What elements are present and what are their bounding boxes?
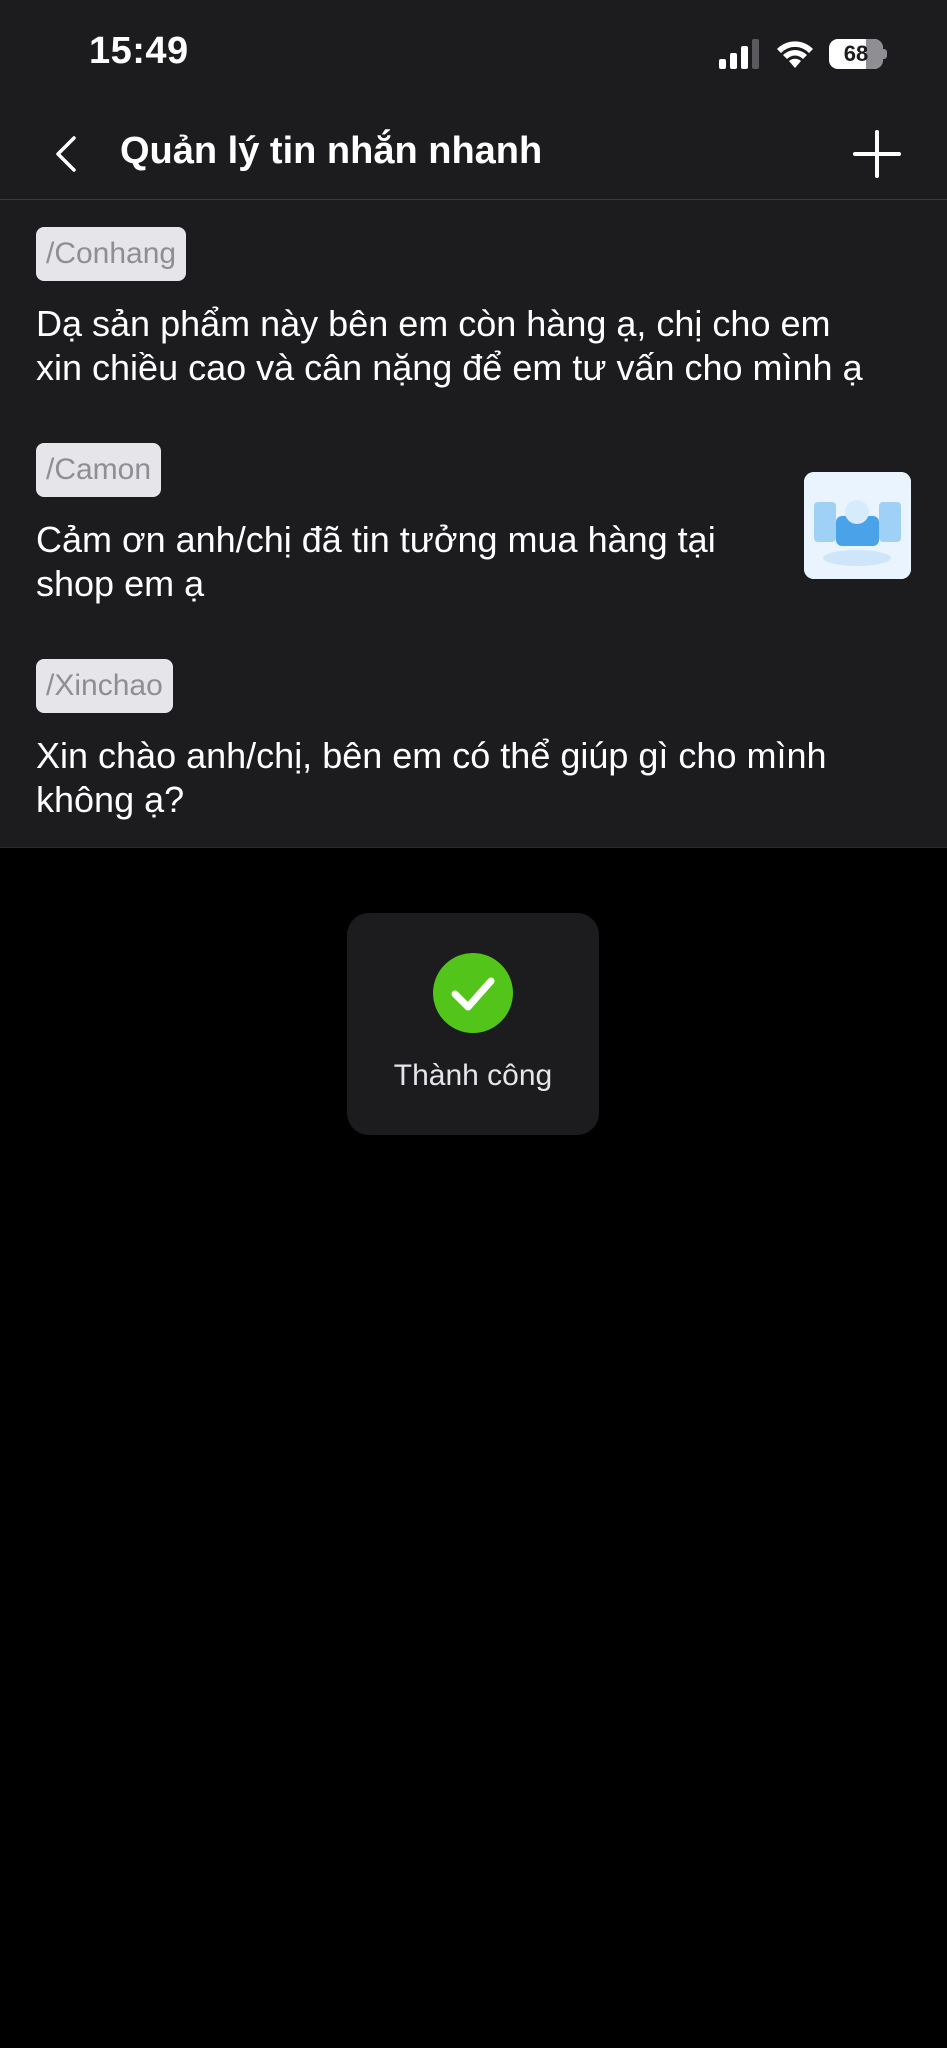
quick-message-item[interactable]: /Camon Cảm ơn anh/chị đã tin tưởng mua h…	[0, 416, 947, 632]
quick-message-item[interactable]: /Xinchao Xin chào anh/chị, bên em có thể…	[0, 632, 947, 848]
message-line: Cảm ơn anh/chị đã tin tưởng mua hàng tại	[36, 519, 716, 560]
shortcut-tag: /Conhang	[36, 227, 187, 281]
message-text: Xin chào anh/chị, bên em có thể giúp gì …	[36, 734, 827, 822]
message-line: Dạ sản phẩm này bên em còn hàng ạ, chị c…	[36, 303, 831, 344]
quick-message-list: /Conhang Dạ sản phẩm này bên em còn hàng…	[0, 200, 947, 848]
status-bar: 15:49 68	[0, 0, 947, 108]
battery-cap	[883, 49, 887, 59]
shortcut-tag: /Xinchao	[36, 659, 173, 713]
add-button[interactable]	[847, 124, 907, 184]
status-icons: 68	[719, 36, 887, 72]
wifi-icon	[777, 41, 813, 68]
message-image-thumbnail[interactable]	[804, 472, 911, 579]
message-text: Cảm ơn anh/chị đã tin tưởng mua hàng tại…	[36, 518, 716, 606]
nav-bar: Quản lý tin nhắn nhanh	[0, 108, 947, 200]
signal-icon	[719, 39, 759, 69]
plus-icon	[853, 130, 901, 178]
message-line: xin chiều cao và cân nặng để em tư vấn c…	[36, 347, 863, 388]
battery-icon: 68	[829, 39, 887, 69]
shortcut-tag: /Camon	[36, 443, 162, 497]
quick-message-item[interactable]: /Conhang Dạ sản phẩm này bên em còn hàng…	[0, 200, 947, 416]
app-screen: 15:49 68 Quản lý tin nhắn nhanh /Conhang…	[0, 0, 947, 2048]
toast-label: Thành công	[393, 1059, 553, 1092]
battery-level: 68	[843, 41, 869, 66]
page-title: Quản lý tin nhắn nhanh	[120, 130, 543, 172]
back-button[interactable]	[40, 126, 96, 182]
message-line: không ạ?	[36, 779, 185, 820]
chevron-left-icon	[56, 136, 76, 172]
message-text: Dạ sản phẩm này bên em còn hàng ạ, chị c…	[36, 302, 863, 390]
message-line: shop em ạ	[36, 563, 205, 604]
success-toast: Thành công	[347, 913, 599, 1135]
check-circle-icon	[433, 953, 513, 1033]
message-line: Xin chào anh/chị, bên em có thể giúp gì …	[36, 735, 827, 776]
image-thumbnail-graphic	[804, 472, 911, 579]
status-time: 15:49	[89, 30, 189, 72]
